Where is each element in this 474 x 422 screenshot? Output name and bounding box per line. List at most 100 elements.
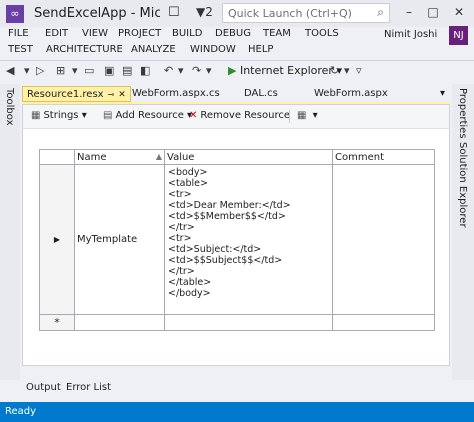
tab-webform-aspx[interactable]: WebForm.aspx bbox=[310, 86, 392, 102]
run-target-label: Internet Explorer bbox=[239, 64, 333, 77]
column-header-comment[interactable]: Comment bbox=[332, 149, 435, 165]
remove-icon: ✕ bbox=[189, 110, 198, 121]
menu-view[interactable]: VIEW bbox=[82, 28, 108, 39]
toolbar-separator bbox=[289, 110, 290, 123]
menu-debug[interactable]: DEBUG bbox=[215, 28, 251, 39]
quick-launch-placeholder: Quick Launch (Ctrl+Q) bbox=[228, 7, 352, 20]
menu-test[interactable]: TEST bbox=[8, 44, 33, 55]
flag-icon: ▼ bbox=[196, 5, 206, 19]
open-file-icon[interactable]: ▭ bbox=[84, 64, 94, 77]
grid-view-icon: ▦ bbox=[297, 110, 307, 121]
value-line: <table> bbox=[168, 178, 208, 189]
remove-resource-label: Remove Resource bbox=[200, 110, 291, 121]
add-resource-button[interactable]: ▤ Add Resource ▾ bbox=[103, 110, 192, 121]
tab-label: Resource1.resx bbox=[27, 89, 104, 100]
status-bar: Ready bbox=[0, 402, 474, 422]
strings-dropdown[interactable]: ▦ Strings ▾ bbox=[31, 110, 87, 121]
search-icon: ⌕ bbox=[377, 5, 384, 19]
value-line: <td>$$Member$$</td> bbox=[168, 211, 286, 222]
column-header-name[interactable]: Name ▲ bbox=[74, 149, 165, 165]
menu-tools[interactable]: TOOLS bbox=[305, 28, 339, 39]
tab-dal-cs[interactable]: DAL.cs bbox=[240, 86, 282, 102]
maximize-button[interactable]: □ bbox=[424, 2, 442, 22]
menu-project[interactable]: PROJECT bbox=[118, 28, 161, 39]
close-button[interactable]: ✕ bbox=[450, 2, 468, 22]
new-value-cell[interactable] bbox=[164, 314, 333, 331]
menu-file[interactable]: FILE bbox=[8, 28, 29, 39]
menu-help[interactable]: HELP bbox=[248, 44, 273, 55]
menu-edit[interactable]: EDIT bbox=[45, 28, 68, 39]
resource-editor: ▦ Strings ▾ ▤ Add Resource ▾ ✕ Remove Resou… bbox=[22, 104, 450, 366]
document-tabs: Resource1.resx ⊸ ✕ WebForm.aspx.cs DAL.cs … bbox=[22, 86, 450, 102]
views-dropdown[interactable]: ▦ ▾ bbox=[297, 110, 318, 121]
value-cell[interactable]: <body> <table> <tr> <td>Dear Member:</td… bbox=[164, 164, 333, 315]
name-cell[interactable]: MyTemplate bbox=[74, 164, 165, 315]
value-line: </body> bbox=[168, 288, 211, 299]
new-row[interactable]: * bbox=[39, 314, 435, 331]
notifications[interactable]: ▼2 bbox=[196, 5, 213, 19]
save-selected-icon[interactable]: ◧ bbox=[140, 64, 150, 77]
undo-icon[interactable]: ↶ bbox=[164, 64, 173, 77]
properties-tab[interactable]: Properties bbox=[457, 88, 468, 139]
refresh-icon[interactable]: ↻ bbox=[330, 64, 339, 77]
table-row[interactable]: ▶ MyTemplate <body> <table> <tr> <td>Dea… bbox=[39, 164, 435, 315]
pin-icon[interactable]: ⊸ bbox=[108, 90, 115, 99]
column-header-value[interactable]: Value bbox=[164, 149, 333, 165]
menu-build[interactable]: BUILD bbox=[172, 28, 202, 39]
back-icon[interactable]: ◀ bbox=[6, 64, 14, 77]
strings-icon: ▦ bbox=[31, 110, 41, 121]
value-line: </table> bbox=[168, 277, 212, 288]
strings-label: Strings bbox=[43, 110, 79, 121]
tab-overflow-icon[interactable]: ▾ bbox=[436, 86, 449, 102]
new-comment-cell[interactable] bbox=[332, 314, 435, 331]
row-selector-arrow-icon[interactable]: ▶ bbox=[39, 164, 75, 315]
close-icon[interactable]: ✕ bbox=[118, 90, 126, 100]
right-tool-strip: Properties Solution Explorer bbox=[452, 84, 474, 380]
notification-count: 2 bbox=[205, 5, 213, 19]
comment-cell[interactable] bbox=[332, 164, 435, 315]
new-project-icon[interactable]: ⊞ bbox=[56, 64, 65, 77]
add-resource-label: Add Resource bbox=[115, 110, 184, 121]
back-dropdown-icon[interactable]: ▾ bbox=[24, 64, 30, 77]
undo-dropdown-icon[interactable]: ▾ bbox=[178, 64, 184, 77]
redo-dropdown-icon[interactable]: ▾ bbox=[206, 64, 212, 77]
forward-icon[interactable]: ▷ bbox=[36, 64, 44, 77]
resource-toolbar: ▦ Strings ▾ ▤ Add Resource ▾ ✕ Remove Resou… bbox=[23, 105, 449, 129]
redo-icon[interactable]: ↷ bbox=[192, 64, 201, 77]
quick-launch-input[interactable]: Quick Launch (Ctrl+Q) ⌕ bbox=[222, 3, 390, 23]
menu-team[interactable]: TEAM bbox=[263, 28, 291, 39]
remove-resource-button[interactable]: ✕ Remove Resource bbox=[189, 110, 290, 121]
bottom-panel-tabs: Output Error List bbox=[22, 382, 450, 396]
tab-error-list[interactable]: Error List bbox=[66, 382, 111, 393]
menu-architecture[interactable]: ARCHITECTURE bbox=[46, 44, 123, 55]
toolbar-options-icon[interactable]: ▿ bbox=[356, 64, 362, 77]
tab-webform-aspx-cs[interactable]: WebForm.aspx.cs bbox=[128, 86, 224, 102]
value-line: <td>Subject:</td> bbox=[168, 244, 262, 255]
refresh-dropdown-icon[interactable]: ▾ bbox=[344, 64, 350, 77]
user-name[interactable]: Nimit Joshi bbox=[384, 29, 437, 40]
menu-window[interactable]: WINDOW bbox=[190, 44, 236, 55]
solution-explorer-tab[interactable]: Solution Explorer bbox=[457, 142, 468, 228]
menu-analyze[interactable]: ANALYZE bbox=[131, 44, 176, 55]
value-line: <tr> bbox=[168, 233, 192, 244]
tab-output[interactable]: Output bbox=[26, 382, 61, 393]
status-text: Ready bbox=[5, 406, 37, 417]
value-line: </tr> bbox=[168, 266, 195, 277]
new-name-cell[interactable] bbox=[74, 314, 165, 331]
new-project-dropdown-icon[interactable]: ▾ bbox=[72, 64, 78, 77]
column-header-label: Name bbox=[77, 151, 107, 163]
chevron-down-icon: ▾ bbox=[312, 110, 318, 121]
menu-bar-row2: TEST ARCHITECTURE ANALYZE WINDOW HELP bbox=[0, 43, 474, 59]
start-debugging-button[interactable]: ▶ Internet Explorer ▾ bbox=[228, 64, 342, 77]
feedback-icon[interactable]: ☐ bbox=[168, 5, 180, 20]
save-icon[interactable]: ▣ bbox=[104, 64, 114, 77]
minimize-button[interactable]: – bbox=[400, 2, 418, 22]
grid-corner[interactable] bbox=[39, 149, 75, 165]
save-all-icon[interactable]: ▤ bbox=[122, 64, 132, 77]
visual-studio-logo-icon: ∞ bbox=[6, 5, 24, 23]
resource-grid: Name ▲ Value Comment ▶ MyTemplate <body> … bbox=[39, 149, 435, 331]
grid-header-row: Name ▲ Value Comment bbox=[39, 149, 435, 165]
standard-toolbar: ◀ ▾ ▷ ⊞ ▾ ▭ ▣ ▤ ◧ ↶ ▾ ↷ ▾ ▶ Internet Exp… bbox=[0, 60, 474, 82]
toolbox-tab[interactable]: Toolbox bbox=[4, 88, 15, 126]
tab-resource1-resx[interactable]: Resource1.resx ⊸ ✕ bbox=[22, 86, 131, 102]
